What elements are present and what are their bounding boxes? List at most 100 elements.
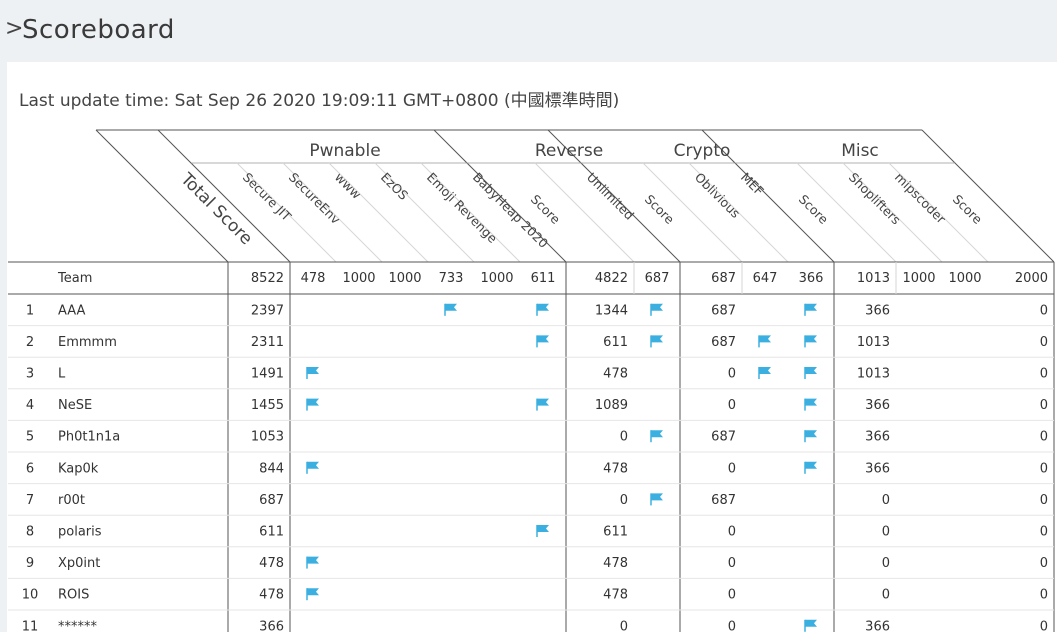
category-score: 0: [882, 525, 890, 540]
category-score: 1013: [857, 367, 890, 382]
team-name: AAA: [58, 303, 86, 318]
flag-icon: [306, 556, 319, 569]
category-score: 611: [603, 525, 628, 540]
category-score: 0: [1040, 461, 1048, 476]
total-max-score: 8522: [251, 271, 284, 286]
team-rank: 3: [26, 367, 34, 382]
team-total-score: 1491: [251, 367, 284, 382]
scoreboard-table: Pwnable Reverse Crypto MiscTotal ScoreSecur…: [8, 129, 1055, 632]
flag-icon: [650, 303, 663, 316]
category-score: 0: [882, 588, 890, 603]
category-name-reverse: Reverse: [535, 141, 603, 161]
team-total-score: 844: [259, 461, 284, 476]
team-total-score: 1455: [251, 398, 284, 413]
challenge-points: 1000: [388, 271, 421, 286]
team-rank: 5: [26, 430, 34, 445]
challenge-points: 366: [799, 271, 824, 286]
category-score: 366: [865, 398, 890, 413]
team-name: r00t: [58, 493, 85, 508]
category-score: 687: [711, 303, 736, 318]
challenge-points: 611: [531, 271, 556, 286]
category-score: 687: [711, 335, 736, 350]
team-rank: 9: [26, 556, 34, 571]
flag-icon: [650, 335, 663, 348]
category-max-score: 2000: [1015, 271, 1048, 286]
flag-icon: [758, 367, 771, 379]
flag-icon: [536, 303, 549, 316]
category-score: 366: [865, 461, 890, 476]
challenge-name-mef: MEF: [738, 170, 767, 199]
team-rank: 4: [26, 398, 34, 413]
category-score: 0: [882, 556, 890, 571]
category-score: 1089: [595, 398, 628, 413]
challenge-name-ezos: EzOS: [378, 170, 411, 203]
category-score: 0: [728, 367, 736, 382]
flag-icon: [306, 398, 319, 411]
category-score: 0: [1040, 588, 1048, 603]
category-name-pwnable: Pwnable: [309, 141, 380, 161]
team-total-score: 611: [259, 525, 284, 540]
category-score: 0: [728, 619, 736, 632]
category-score: 478: [603, 556, 628, 571]
flag-icon: [804, 430, 817, 443]
challenge-points: 1000: [480, 271, 513, 286]
flag-icon: [650, 430, 663, 443]
category-score: 0: [1040, 430, 1048, 445]
team-rank: 11: [22, 619, 39, 632]
flag-icon: [444, 303, 457, 316]
challenge-points: 647: [753, 271, 778, 286]
team-name: ******: [58, 619, 98, 632]
category-score: 0: [1040, 303, 1048, 318]
category-score: 0: [1040, 335, 1048, 350]
category-score: 0: [1040, 619, 1048, 632]
category-score: 0: [728, 525, 736, 540]
challenge-points: 687: [645, 271, 670, 286]
team-name: Ph0t1n1a: [58, 430, 120, 445]
challenge-name-unlimited: Unlimited: [584, 170, 637, 223]
category-score: 366: [865, 430, 890, 445]
team-name: polaris: [58, 525, 102, 540]
flag-icon: [536, 335, 549, 348]
flag-icon: [804, 461, 817, 474]
category-score-label: Score: [642, 192, 678, 228]
category-max-score: 687: [711, 271, 736, 286]
challenge-name-www: www: [332, 170, 364, 202]
flag-icon: [804, 398, 817, 411]
flag-icon: [536, 525, 549, 537]
team-total-score: 478: [259, 556, 284, 571]
team-name: Kap0k: [58, 461, 99, 476]
category-score: 687: [711, 430, 736, 445]
challenge-points: 1000: [948, 271, 981, 286]
category-score: 0: [620, 430, 628, 445]
category-score: 478: [603, 588, 628, 603]
category-score-label: Score: [796, 192, 832, 228]
flag-icon: [536, 398, 549, 411]
team-rank: 1: [26, 303, 34, 318]
category-score: 0: [620, 493, 628, 508]
category-score: 366: [865, 619, 890, 632]
category-score: 0: [1040, 398, 1048, 413]
team-name: L: [58, 367, 66, 382]
team-rank: 10: [22, 588, 39, 603]
team-rank: 2: [26, 335, 34, 350]
team-total-score: 478: [259, 588, 284, 603]
team-total-score: 2311: [251, 335, 284, 350]
category-score: 0: [728, 398, 736, 413]
team-name: NeSE: [58, 398, 92, 413]
flag-icon: [306, 367, 319, 379]
category-score: 478: [603, 367, 628, 382]
challenge-points: 1000: [342, 271, 375, 286]
challenge-name-secure-jit: Secure JIT: [240, 170, 295, 225]
category-score: 1344: [595, 303, 628, 318]
flag-icon: [306, 588, 319, 601]
flag-icon: [804, 335, 817, 348]
team-column-header: Team: [57, 271, 92, 286]
team-name: ROIS: [58, 588, 89, 603]
team-rank: 8: [26, 525, 34, 540]
category-score: 687: [711, 493, 736, 508]
challenge-name-oblivious: Oblivious: [692, 170, 743, 221]
category-score: 366: [865, 303, 890, 318]
category-divider-line: [921, 129, 1055, 263]
category-score: 0: [1040, 493, 1048, 508]
flag-icon: [804, 367, 817, 379]
